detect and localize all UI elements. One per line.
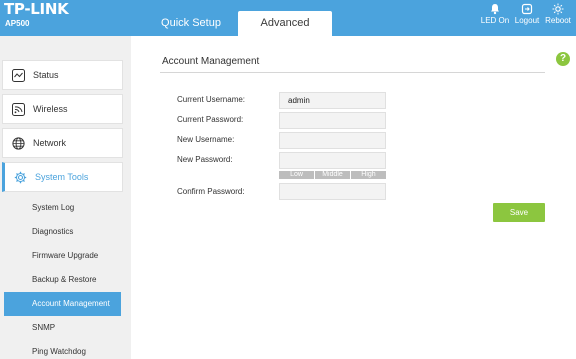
password-strength-meter: Low Middle High xyxy=(279,171,387,179)
router-admin-page: TP-LINK AP500 Quick Setup Advanced LED O… xyxy=(0,0,576,359)
subnav-ping-watchdog[interactable]: Ping Watchdog xyxy=(4,340,121,359)
sun-icon xyxy=(552,3,564,15)
model-name: AP500 xyxy=(5,19,30,28)
confirm-password-label: Confirm Password: xyxy=(177,187,245,196)
new-username-label: New Username: xyxy=(177,135,235,144)
new-password-label: New Password: xyxy=(177,155,233,164)
logout-icon xyxy=(521,3,533,15)
top-header: TP-LINK AP500 Quick Setup Advanced LED O… xyxy=(0,0,576,36)
sidebar-item-status[interactable]: Status xyxy=(2,60,123,90)
new-username-field[interactable] xyxy=(279,132,386,149)
new-password-field[interactable] xyxy=(279,152,386,169)
led-toggle-button[interactable]: LED On xyxy=(480,3,510,25)
subnav-backup-restore[interactable]: Backup & Restore xyxy=(4,268,121,292)
strength-low: Low xyxy=(279,171,315,179)
bell-icon xyxy=(491,4,499,15)
subnav-firmware-upgrade[interactable]: Firmware Upgrade xyxy=(4,244,121,268)
sidebar-item-network[interactable]: Network xyxy=(2,128,123,158)
brand-logo: TP-LINK xyxy=(4,0,69,18)
current-username-label: Current Username: xyxy=(177,95,246,104)
subnav-diagnostics[interactable]: Diagnostics xyxy=(4,220,121,244)
save-button[interactable]: Save xyxy=(493,203,545,222)
tab-advanced[interactable]: Advanced xyxy=(238,11,332,36)
sidebar-item-system-tools[interactable]: System Tools xyxy=(2,162,123,192)
reboot-button[interactable]: Reboot xyxy=(543,3,573,25)
subnav-account-management[interactable]: Account Management xyxy=(4,292,121,316)
subnav-snmp[interactable]: SNMP xyxy=(4,316,121,340)
sidebar-item-label: System Tools xyxy=(35,172,89,182)
reboot-label: Reboot xyxy=(545,16,571,25)
help-icon[interactable]: ? xyxy=(556,52,570,66)
led-label: LED On xyxy=(480,16,510,25)
gear-icon xyxy=(14,171,27,184)
sidebar-item-label: Status xyxy=(33,70,59,80)
confirm-password-field[interactable] xyxy=(279,183,386,200)
current-password-field[interactable] xyxy=(279,112,386,129)
tab-quick-setup[interactable]: Quick Setup xyxy=(146,11,236,36)
wireless-icon xyxy=(12,103,25,116)
current-password-label: Current Password: xyxy=(177,115,244,124)
strength-high: High xyxy=(351,171,387,179)
logout-button[interactable]: Logout xyxy=(512,3,542,25)
globe-icon xyxy=(12,137,25,150)
sidebar-item-label: Wireless xyxy=(33,104,68,114)
section-divider xyxy=(160,72,545,73)
strength-middle: Middle xyxy=(315,171,351,179)
logout-label: Logout xyxy=(514,16,540,25)
sidebar-item-label: Network xyxy=(33,138,67,148)
subnav-system-log[interactable]: System Log xyxy=(4,196,121,220)
section-title: Account Management xyxy=(162,56,260,67)
sidebar-item-wireless[interactable]: Wireless xyxy=(2,94,123,124)
sidebar: Status Wireless Network System Tools Sys… xyxy=(0,36,131,359)
current-username-field[interactable]: admin xyxy=(279,92,386,109)
status-chart-icon xyxy=(12,69,25,82)
